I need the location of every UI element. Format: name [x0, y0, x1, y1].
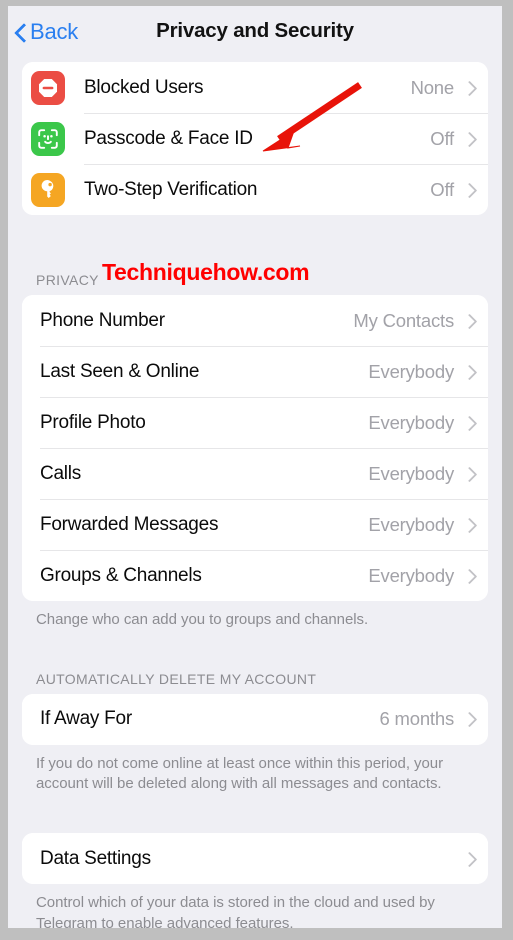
row-value: Off: [430, 178, 454, 200]
chevron-right-icon: [464, 414, 475, 432]
row-value: Everybody: [368, 462, 454, 484]
security-settings-card: Blocked Users None Passcode & Face ID Of…: [22, 62, 488, 215]
row-value: Everybody: [368, 360, 454, 382]
chevron-right-icon: [464, 516, 475, 534]
data-settings-card: Data Settings: [22, 833, 488, 885]
row-last-seen-online[interactable]: Last Seen & Online Everybody: [22, 346, 488, 397]
privacy-settings-card: Phone Number My Contacts Last Seen & Onl…: [22, 295, 488, 601]
chevron-right-icon: [464, 130, 475, 148]
block-circle-icon: [31, 70, 65, 105]
row-if-away-for[interactable]: If Away For 6 months: [22, 693, 488, 745]
phone-screen: Back Privacy and Security Blocked Users …: [8, 6, 502, 928]
data-settings-section-footer: Control which of your data is stored in …: [36, 894, 435, 928]
row-value: Everybody: [368, 513, 454, 535]
privacy-section-footer: Change who can add you to groups and cha…: [36, 611, 369, 628]
row-data-settings[interactable]: Data Settings: [22, 833, 488, 885]
row-passcode-face-id[interactable]: Passcode & Face ID Off: [22, 113, 488, 164]
row-label: Calls: [40, 462, 81, 484]
row-value: None: [410, 76, 455, 98]
chevron-right-icon: [464, 465, 475, 483]
privacy-section-header: PRIVACY: [36, 272, 99, 288]
chevron-right-icon: [464, 79, 475, 97]
row-forwarded-messages[interactable]: Forwarded Messages Everybody: [22, 499, 488, 550]
row-groups-channels[interactable]: Groups & Channels Everybody: [22, 550, 488, 601]
chevron-right-icon: [464, 567, 475, 585]
face-id-icon: [31, 121, 65, 156]
key-icon: [31, 172, 65, 207]
chevron-right-icon: [464, 850, 475, 868]
auto-delete-card: If Away For 6 months: [22, 693, 488, 745]
row-value: Off: [430, 127, 454, 149]
row-label: Last Seen & Online: [40, 360, 200, 382]
navigation-bar: Back Privacy and Security: [8, 6, 502, 62]
row-label: Phone Number: [40, 309, 165, 331]
page-title: Privacy and Security: [156, 19, 354, 42]
row-phone-number[interactable]: Phone Number My Contacts: [22, 295, 488, 346]
row-profile-photo[interactable]: Profile Photo Everybody: [22, 397, 488, 448]
row-label: Passcode & Face ID: [84, 127, 253, 149]
auto-delete-section-header: AUTOMATICALLY DELETE MY ACCOUNT: [36, 670, 317, 687]
chevron-right-icon: [464, 181, 475, 199]
row-label: Groups & Channels: [40, 564, 202, 586]
chevron-right-icon: [464, 312, 475, 330]
row-calls[interactable]: Calls Everybody: [22, 448, 488, 499]
row-label: Two-Step Verification: [84, 178, 258, 200]
row-blocked-users[interactable]: Blocked Users None: [22, 62, 488, 113]
auto-delete-section-footer: If you do not come online at least once …: [36, 754, 444, 793]
row-label: Data Settings: [40, 847, 151, 869]
row-two-step-verification[interactable]: Two-Step Verification Off: [22, 164, 488, 215]
screenshot-frame: Back Privacy and Security Blocked Users …: [0, 0, 513, 940]
chevron-right-icon: [464, 363, 475, 381]
row-label: If Away For: [40, 708, 132, 730]
row-value: Everybody: [368, 564, 454, 586]
row-label: Forwarded Messages: [40, 513, 219, 535]
row-label: Blocked Users: [84, 76, 204, 98]
row-value: Everybody: [368, 411, 454, 433]
chevron-right-icon: [464, 710, 475, 728]
row-value: 6 months: [379, 708, 455, 730]
row-label: Profile Photo: [40, 411, 146, 433]
row-value: My Contacts: [353, 309, 454, 331]
